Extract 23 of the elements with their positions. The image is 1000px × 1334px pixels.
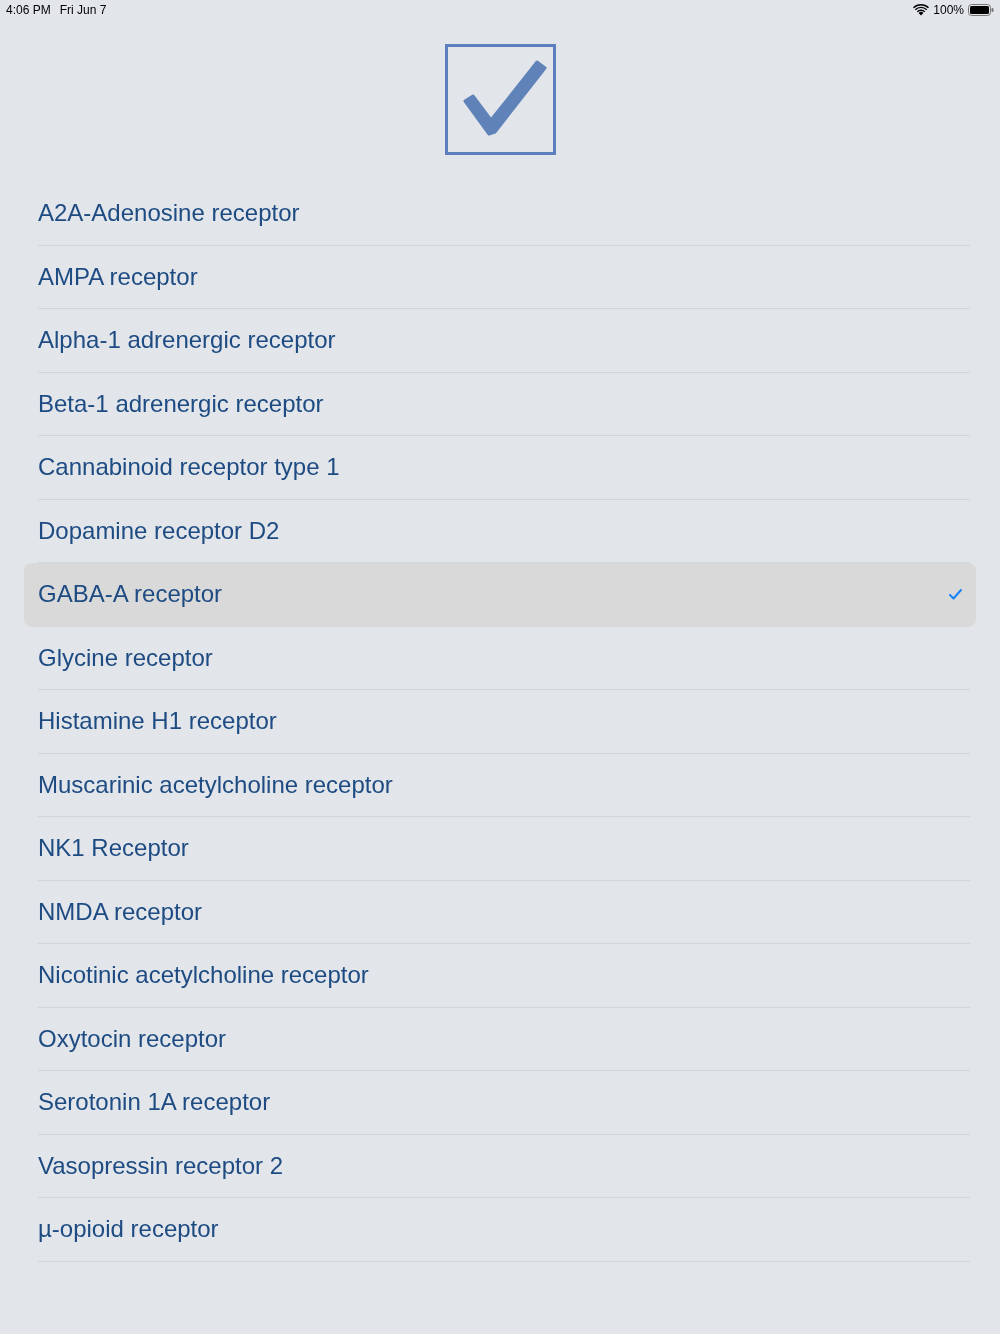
list-item[interactable]: Cannabinoid receptor type 1 xyxy=(24,436,976,500)
battery-icon xyxy=(968,4,994,16)
checkmark-icon xyxy=(949,588,962,600)
status-date: Fri Jun 7 xyxy=(59,2,107,19)
list-item[interactable]: NMDA receptor xyxy=(24,880,976,944)
list-item[interactable]: µ-opioid receptor xyxy=(24,1198,976,1262)
list-item[interactable]: Histamine H1 receptor xyxy=(24,690,976,754)
status-time: 4:06 PM xyxy=(6,2,51,19)
list-item[interactable]: Nicotinic acetylcholine receptor xyxy=(24,944,976,1008)
list-item[interactable]: Muscarinic acetylcholine receptor xyxy=(24,753,976,817)
list-item[interactable]: GABA-A receptor xyxy=(24,563,976,627)
list-item[interactable]: Serotonin 1A receptor xyxy=(24,1071,976,1135)
list-item[interactable]: Oxytocin receptor xyxy=(24,1007,976,1071)
list-item[interactable]: Glycine receptor xyxy=(24,626,976,690)
checked-box-icon xyxy=(444,44,556,155)
list-item[interactable]: AMPA receptor xyxy=(24,245,976,309)
battery-percentage: 100% xyxy=(933,2,964,19)
list-item[interactable]: Vasopressin receptor 2 xyxy=(24,1134,976,1198)
list-item[interactable]: A2A-Adenosine receptor xyxy=(24,182,976,246)
list-item[interactable]: Beta-1 adrenergic receptor xyxy=(24,372,976,436)
list-item[interactable]: NK1 Receptor xyxy=(24,817,976,881)
list-item[interactable]: Alpha-1 adrenergic receptor xyxy=(24,309,976,373)
wifi-icon xyxy=(913,4,930,16)
